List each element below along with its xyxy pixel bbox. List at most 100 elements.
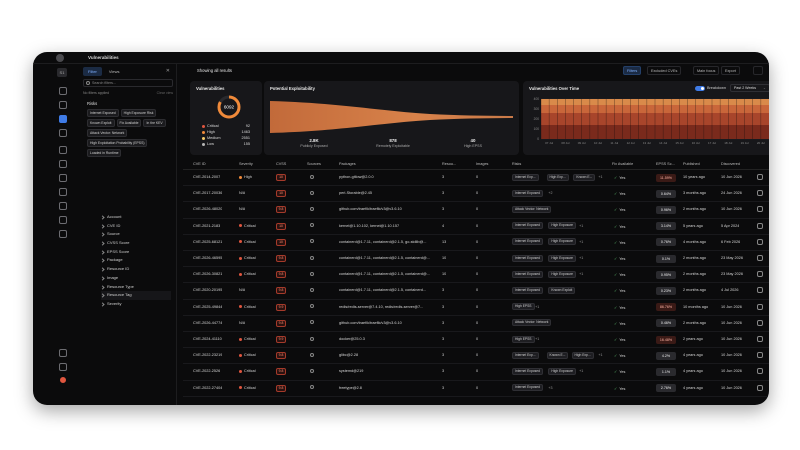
row-action-icon[interactable]	[757, 384, 763, 391]
column-header-packages[interactable]: Packages	[339, 162, 356, 166]
risk-chip[interactable]: High EPSS	[512, 335, 535, 343]
source-scan-icon[interactable]	[310, 352, 314, 357]
risk-chip[interactable]: Internet Exposed	[512, 286, 543, 294]
row-action-icon[interactable]	[757, 271, 763, 278]
inventory-icon[interactable]	[59, 101, 67, 109]
source-scan-icon[interactable]	[310, 271, 314, 276]
risk-chip[interactable]: High Exploitation Probability (EPSS)	[87, 139, 148, 147]
risks-header[interactable]: Risks	[87, 101, 175, 106]
reports-icon[interactable]	[59, 174, 67, 182]
row-action-icon[interactable]	[757, 303, 763, 310]
cve-id[interactable]: CVE-2026-30821	[193, 272, 222, 276]
row-action-icon[interactable]	[757, 336, 763, 342]
risk-chip[interactable]: High Exposure	[548, 367, 577, 375]
cve-id[interactable]: CVE-2024-41110	[193, 337, 222, 341]
row-action-icon[interactable]	[757, 190, 763, 197]
more-risks-count[interactable]: +1	[598, 353, 602, 357]
table-row[interactable]: CVE-2017-20036 N/A 10 perl-Storable@2.45 3 0 I…	[183, 186, 769, 203]
source-scan-icon[interactable]	[310, 239, 314, 244]
filter-group-severity[interactable]: Severity	[101, 300, 171, 309]
settings-icon[interactable]	[59, 216, 67, 224]
filters-button[interactable]: Filters	[623, 66, 642, 75]
cve-id[interactable]: CVE-2021-2183	[193, 224, 220, 228]
export-button[interactable]: Export	[721, 66, 740, 75]
row-action-icon[interactable]	[757, 352, 763, 359]
user-avatar[interactable]	[60, 377, 66, 383]
risk-chip[interactable]: Fix Available	[116, 119, 142, 127]
table-row[interactable]: CVE-2022-23219 Critical 9.8 glibc@2.28 3 0 Int…	[183, 348, 769, 365]
source-scan-icon[interactable]	[310, 190, 314, 195]
table-row[interactable]: CVE-2020-20195 N/A 9.8 containerd@1.7.11, c…	[183, 283, 769, 300]
column-header-discovered[interactable]: Discovered	[721, 162, 740, 166]
risk-chip[interactable]: In the KEV	[143, 119, 166, 127]
breakdown-toggle[interactable]	[695, 86, 705, 91]
more-risks-count[interactable]: +1	[579, 272, 583, 276]
risk-chip[interactable]: High Exposure	[548, 238, 577, 246]
row-action-icon[interactable]	[757, 222, 763, 229]
risk-chip[interactable]: Internet Exposed	[512, 270, 543, 278]
close-icon[interactable]: ✕	[166, 68, 170, 74]
cve-id[interactable]: CVE-2022-27404	[193, 386, 222, 390]
risk-chip[interactable]: Loaded in Runtime	[87, 149, 122, 157]
column-header-risks[interactable]: Risks	[512, 162, 521, 166]
table-row[interactable]: CVE-2014-2007 High 10 python-gitlow@2.0.0 3 0…	[183, 170, 769, 187]
vulnerabilities-icon[interactable]	[59, 115, 67, 123]
risk-chip[interactable]: Internet Exp...	[512, 173, 539, 181]
graph-icon[interactable]	[59, 146, 67, 154]
cve-id[interactable]: CVE-2026-46595	[193, 256, 222, 260]
help-icon[interactable]	[59, 363, 67, 371]
source-scan-icon[interactable]	[310, 287, 314, 292]
column-header-resou[interactable]: Resou...	[442, 162, 456, 166]
risk-chip[interactable]: High Exposure	[548, 270, 577, 278]
risk-chip[interactable]: High Exposure	[548, 254, 577, 262]
column-header-cve-id[interactable]: CVE ID	[193, 162, 206, 166]
risk-chip[interactable]: Attack Vector: Network	[87, 129, 128, 137]
more-risks-count[interactable]: +1	[579, 369, 583, 373]
cve-id[interactable]: CVE-2025-68121	[193, 240, 222, 244]
table-row[interactable]: CVE-2024-41110 Critical 9.9 docker@25.0.3 3 0…	[183, 332, 769, 349]
table-row[interactable]: CVE-2022-2526 Critical 9.8 systemd@219 3 0 Int…	[183, 364, 769, 381]
column-header-published[interactable]: Published	[683, 162, 700, 166]
main-focus-button[interactable]: Main focus	[693, 66, 720, 75]
cve-id[interactable]: CVE-2020-20195	[193, 288, 222, 292]
column-header-fix-available[interactable]: Fix Available	[612, 162, 633, 166]
cve-id[interactable]: CVE-2026-44774	[193, 321, 222, 325]
risk-chip[interactable]: Internet Exposed	[512, 189, 543, 197]
risk-chip[interactable]: High Exp...	[546, 173, 569, 181]
risk-chip[interactable]: Attack Vector: Network	[512, 319, 552, 327]
filter-group-epss-score[interactable]: EPSS Score	[101, 248, 171, 257]
settings-icon[interactable]	[753, 66, 763, 75]
period-select[interactable]: Past 2 Weeks ⌄	[730, 84, 769, 92]
column-header-severity[interactable]: Severity	[239, 162, 253, 166]
cve-id[interactable]: CVE-2022-23219	[193, 353, 222, 357]
source-scan-icon[interactable]	[310, 385, 314, 390]
row-action-icon[interactable]	[757, 238, 763, 245]
row-action-icon[interactable]	[757, 287, 763, 294]
cve-id[interactable]: CVE-2022-2526	[193, 369, 220, 373]
risk-chip[interactable]: Internet Exposed	[87, 109, 119, 117]
filter-group-cve-id[interactable]: CVE ID	[101, 222, 171, 231]
source-scan-icon[interactable]	[310, 336, 314, 341]
more-risks-count[interactable]: +1	[579, 240, 583, 244]
filter-group-resource-type[interactable]: Resource Type	[101, 283, 171, 292]
source-scan-icon[interactable]	[310, 368, 314, 373]
home-icon[interactable]	[59, 87, 67, 95]
filter-group-package[interactable]: Package	[101, 256, 171, 265]
integrations-icon[interactable]	[59, 188, 67, 196]
alerts-icon[interactable]	[59, 160, 67, 168]
more-risks-count[interactable]: +2	[548, 191, 552, 195]
more-risks-count[interactable]: +1	[535, 337, 539, 341]
more-risks-count[interactable]: +3	[548, 386, 552, 390]
cve-id[interactable]: CVE-2026-48020	[193, 207, 222, 211]
column-header-sources[interactable]: Sources	[307, 162, 321, 166]
risk-chip[interactable]: Internet Exposed	[512, 384, 543, 392]
row-action-icon[interactable]	[757, 319, 763, 326]
row-action-icon[interactable]	[757, 368, 763, 375]
table-row[interactable]: CVE-2026-30821 Critical 9.8 containerd@1.7.…	[183, 267, 769, 284]
column-header-cvss[interactable]: CVSS	[276, 162, 286, 166]
row-action-icon[interactable]	[757, 174, 763, 180]
risk-chip[interactable]: High EPSS	[512, 303, 535, 311]
filter-group-image[interactable]: Image	[101, 274, 171, 283]
risk-chip[interactable]: Known E...	[573, 173, 596, 181]
clear-view-link[interactable]: Clear view	[157, 91, 173, 95]
